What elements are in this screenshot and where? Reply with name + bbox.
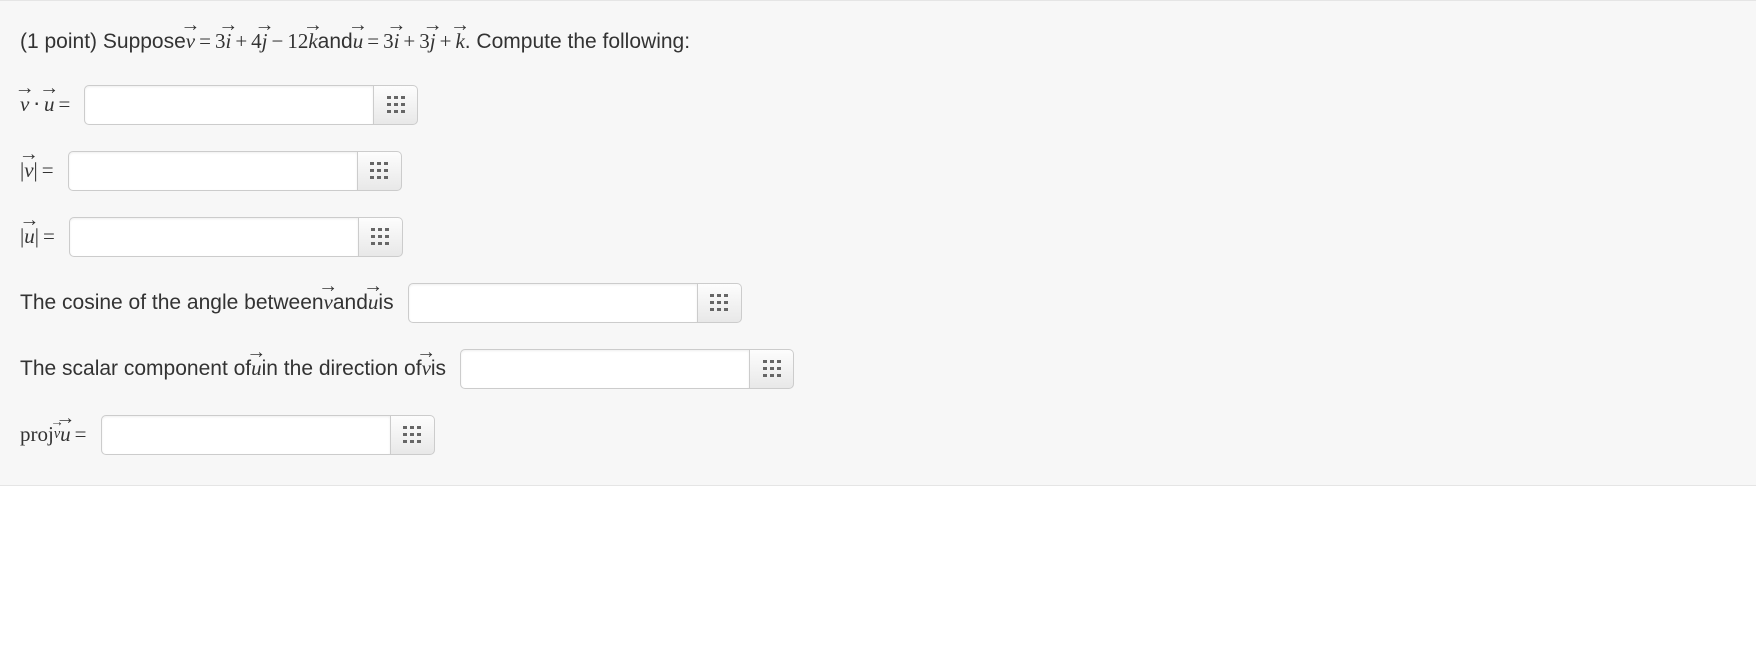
points-label: (1 point) [20,25,97,59]
label-scalar-component: The scalar component of u→ in the direct… [20,352,446,386]
equation-editor-button[interactable] [374,85,418,125]
unit-j: j→ [430,25,436,59]
equation-editor-button[interactable] [698,283,742,323]
equation-editor-button[interactable] [391,415,435,455]
equation-editor-button[interactable] [358,151,402,191]
row-scalar-component: The scalar component of u→ in the direct… [20,349,1736,389]
keypad-icon [387,96,405,113]
row-cosine: The cosine of the angle between v→ and u… [20,283,1736,323]
answer-input-cosine[interactable] [408,283,698,323]
keypad-icon [403,426,421,443]
vector-v-symbol: v→ [186,25,195,59]
label-cosine: The cosine of the angle between v→ and u… [20,286,394,320]
keypad-icon [710,294,728,311]
keypad-icon [763,360,781,377]
row-projection: projv→u→ = [20,415,1736,455]
prompt-lead: Suppose [103,25,186,59]
label-projection: projv→u→ = [20,418,91,452]
keypad-icon [370,162,388,179]
unit-i: i→ [225,25,231,59]
answer-input-projection[interactable] [101,415,391,455]
row-dot-product: v→ ⋅ u→ = [20,85,1736,125]
keypad-icon [371,228,389,245]
equation-editor-button[interactable] [359,217,403,257]
vector-u-symbol: u→ [353,25,364,59]
unit-k: k→ [455,25,464,59]
label-dot-product: v→ ⋅ u→ = [20,88,74,122]
answer-input-mag-u[interactable] [69,217,359,257]
answer-input-scalar-component[interactable] [460,349,750,389]
problem-statement: (1 point) Suppose v→ = 3i→ + 4j→ − 12k→ … [20,25,1736,59]
row-mag-u: |u→| = [20,217,1736,257]
unit-i: i→ [394,25,400,59]
unit-k: k→ [308,25,317,59]
unit-j: j→ [262,25,268,59]
problem-container: (1 point) Suppose v→ = 3i→ + 4j→ − 12k→ … [0,0,1756,486]
label-mag-v: |v→| = [20,154,58,188]
row-mag-v: |v→| = [20,151,1736,191]
label-mag-u: |u→| = [20,220,59,254]
answer-input-dot-product[interactable] [84,85,374,125]
answer-input-mag-v[interactable] [68,151,358,191]
equation-editor-button[interactable] [750,349,794,389]
